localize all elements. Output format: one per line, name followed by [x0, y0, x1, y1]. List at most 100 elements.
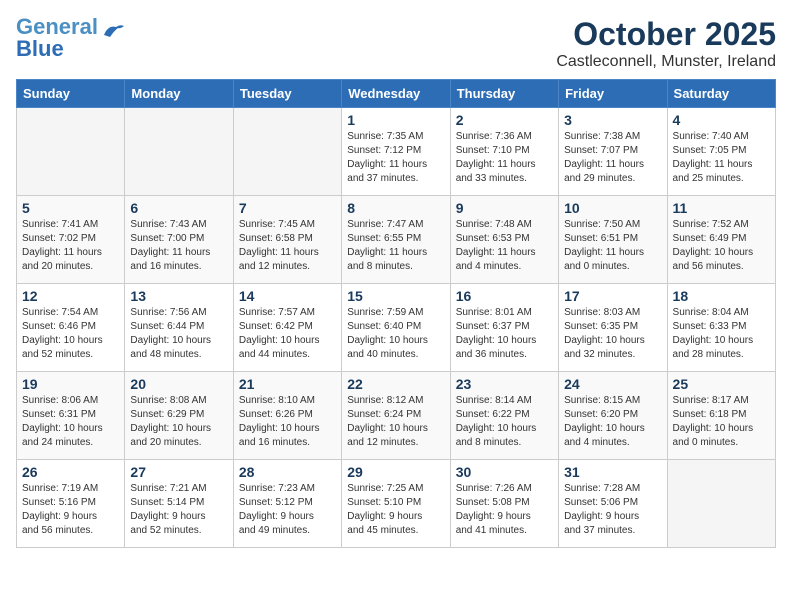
weekday-header-saturday: Saturday — [667, 80, 775, 108]
day-number: 18 — [673, 288, 770, 304]
week-row-2: 5Sunrise: 7:41 AM Sunset: 7:02 PM Daylig… — [17, 196, 776, 284]
calendar-cell: 5Sunrise: 7:41 AM Sunset: 7:02 PM Daylig… — [17, 196, 125, 284]
calendar-cell: 4 Sunrise: 7:40 AM Sunset: 7:05 PM Daylig… — [667, 108, 775, 196]
day-info: Sunrise: 8:03 AM Sunset: 6:35 PM Dayligh… — [564, 306, 661, 362]
day-number: 25 — [673, 376, 770, 392]
day-number: 28 — [239, 464, 336, 480]
day-info: Sunrise: 7:21 AM Sunset: 5:14 PM Dayligh… — [130, 482, 227, 538]
calendar-cell: 1 Sunrise: 7:35 AM Sunset: 7:12 PM Daylig… — [342, 108, 450, 196]
day-info: Sunrise: 8:08 AM Sunset: 6:29 PM Dayligh… — [130, 394, 227, 450]
day-number: 19 — [22, 376, 119, 392]
day-info: Sunrise: 7:38 AM Sunset: 7:07 PM Dayligh… — [564, 130, 661, 186]
day-info: Sunrise: 8:01 AM Sunset: 6:37 PM Dayligh… — [456, 306, 553, 362]
day-info: Sunrise: 7:47 AM Sunset: 6:55 PM Dayligh… — [347, 218, 444, 274]
day-info: Sunrise: 7:25 AM Sunset: 5:10 PM Dayligh… — [347, 482, 444, 538]
calendar-cell: 6Sunrise: 7:43 AM Sunset: 7:00 PM Daylig… — [125, 196, 233, 284]
logo-text: General Blue — [16, 16, 98, 60]
calendar-table: SundayMondayTuesdayWednesdayThursdayFrid… — [16, 79, 776, 548]
weekday-header-sunday: Sunday — [17, 80, 125, 108]
calendar-cell: 13 Sunrise: 7:56 AM Sunset: 6:44 PM Dayli… — [125, 284, 233, 372]
weekday-header-thursday: Thursday — [450, 80, 558, 108]
day-number: 21 — [239, 376, 336, 392]
calendar-cell: 23 Sunrise: 8:14 AM Sunset: 6:22 PM Dayli… — [450, 372, 558, 460]
calendar-cell: 24 Sunrise: 8:15 AM Sunset: 6:20 PM Dayli… — [559, 372, 667, 460]
calendar-cell: 20 Sunrise: 8:08 AM Sunset: 6:29 PM Dayli… — [125, 372, 233, 460]
day-number: 13 — [130, 288, 227, 304]
day-number: 26 — [22, 464, 119, 480]
calendar-cell: 29 Sunrise: 7:25 AM Sunset: 5:10 PM Dayli… — [342, 460, 450, 548]
calendar-cell: 15Sunrise: 7:59 AM Sunset: 6:40 PM Dayli… — [342, 284, 450, 372]
calendar-cell: 19 Sunrise: 8:06 AM Sunset: 6:31 PM Dayli… — [17, 372, 125, 460]
calendar-cell — [125, 108, 233, 196]
calendar-cell: 21 Sunrise: 8:10 AM Sunset: 6:26 PM Dayli… — [233, 372, 341, 460]
title-block: October 2025 Castleconnell, Munster, Ire… — [556, 16, 776, 71]
day-number: 20 — [130, 376, 227, 392]
day-info: Sunrise: 7:43 AM Sunset: 7:00 PM Dayligh… — [130, 218, 227, 274]
day-info: Sunrise: 7:19 AM Sunset: 5:16 PM Dayligh… — [22, 482, 119, 538]
day-number: 1 — [347, 112, 444, 128]
calendar-cell: 22 Sunrise: 8:12 AM Sunset: 6:24 PM Dayli… — [342, 372, 450, 460]
day-info: Sunrise: 8:12 AM Sunset: 6:24 PM Dayligh… — [347, 394, 444, 450]
day-number: 30 — [456, 464, 553, 480]
weekday-header-friday: Friday — [559, 80, 667, 108]
day-info: Sunrise: 7:48 AM Sunset: 6:53 PM Dayligh… — [456, 218, 553, 274]
day-number: 17 — [564, 288, 661, 304]
day-info: Sunrise: 7:52 AM Sunset: 6:49 PM Dayligh… — [673, 218, 770, 274]
weekday-header-wednesday: Wednesday — [342, 80, 450, 108]
day-number: 22 — [347, 376, 444, 392]
calendar-cell: 7Sunrise: 7:45 AM Sunset: 6:58 PM Daylig… — [233, 196, 341, 284]
day-info: Sunrise: 8:14 AM Sunset: 6:22 PM Dayligh… — [456, 394, 553, 450]
weekday-header-row: SundayMondayTuesdayWednesdayThursdayFrid… — [17, 80, 776, 108]
day-number: 24 — [564, 376, 661, 392]
day-number: 9 — [456, 200, 553, 216]
day-number: 27 — [130, 464, 227, 480]
day-info: Sunrise: 7:56 AM Sunset: 6:44 PM Dayligh… — [130, 306, 227, 362]
calendar-cell: 2 Sunrise: 7:36 AM Sunset: 7:10 PM Daylig… — [450, 108, 558, 196]
day-number: 2 — [456, 112, 553, 128]
weekday-header-tuesday: Tuesday — [233, 80, 341, 108]
day-info: Sunrise: 7:57 AM Sunset: 6:42 PM Dayligh… — [239, 306, 336, 362]
calendar-cell: 12Sunrise: 7:54 AM Sunset: 6:46 PM Dayli… — [17, 284, 125, 372]
day-info: Sunrise: 8:06 AM Sunset: 6:31 PM Dayligh… — [22, 394, 119, 450]
day-number: 12 — [22, 288, 119, 304]
subtitle: Castleconnell, Munster, Ireland — [556, 53, 776, 71]
day-number: 29 — [347, 464, 444, 480]
logo: General Blue — [16, 16, 124, 60]
day-info: Sunrise: 8:17 AM Sunset: 6:18 PM Dayligh… — [673, 394, 770, 450]
week-row-5: 26 Sunrise: 7:19 AM Sunset: 5:16 PM Dayli… — [17, 460, 776, 548]
weekday-header-monday: Monday — [125, 80, 233, 108]
calendar-cell: 25 Sunrise: 8:17 AM Sunset: 6:18 PM Dayli… — [667, 372, 775, 460]
day-number: 31 — [564, 464, 661, 480]
calendar-cell — [17, 108, 125, 196]
calendar-cell: 16Sunrise: 8:01 AM Sunset: 6:37 PM Dayli… — [450, 284, 558, 372]
calendar-cell: 3 Sunrise: 7:38 AM Sunset: 7:07 PM Daylig… — [559, 108, 667, 196]
page-header: General Blue October 2025 Castleconnell,… — [16, 16, 776, 71]
calendar-cell: 9 Sunrise: 7:48 AM Sunset: 6:53 PM Daylig… — [450, 196, 558, 284]
day-number: 23 — [456, 376, 553, 392]
calendar-cell — [233, 108, 341, 196]
day-info: Sunrise: 7:28 AM Sunset: 5:06 PM Dayligh… — [564, 482, 661, 538]
day-number: 8 — [347, 200, 444, 216]
calendar-cell: 14 Sunrise: 7:57 AM Sunset: 6:42 PM Dayli… — [233, 284, 341, 372]
day-info: Sunrise: 7:45 AM Sunset: 6:58 PM Dayligh… — [239, 218, 336, 274]
day-info: Sunrise: 7:26 AM Sunset: 5:08 PM Dayligh… — [456, 482, 553, 538]
day-number: 10 — [564, 200, 661, 216]
day-info: Sunrise: 7:36 AM Sunset: 7:10 PM Dayligh… — [456, 130, 553, 186]
calendar-cell: 31 Sunrise: 7:28 AM Sunset: 5:06 PM Dayli… — [559, 460, 667, 548]
day-info: Sunrise: 7:40 AM Sunset: 7:05 PM Dayligh… — [673, 130, 770, 186]
day-number: 3 — [564, 112, 661, 128]
calendar-cell: 11Sunrise: 7:52 AM Sunset: 6:49 PM Dayli… — [667, 196, 775, 284]
calendar-cell: 18Sunrise: 8:04 AM Sunset: 6:33 PM Dayli… — [667, 284, 775, 372]
day-info: Sunrise: 8:15 AM Sunset: 6:20 PM Dayligh… — [564, 394, 661, 450]
week-row-3: 12Sunrise: 7:54 AM Sunset: 6:46 PM Dayli… — [17, 284, 776, 372]
calendar-cell — [667, 460, 775, 548]
main-title: October 2025 — [556, 16, 776, 53]
day-info: Sunrise: 8:10 AM Sunset: 6:26 PM Dayligh… — [239, 394, 336, 450]
calendar-cell: 26 Sunrise: 7:19 AM Sunset: 5:16 PM Dayli… — [17, 460, 125, 548]
calendar-cell: 10Sunrise: 7:50 AM Sunset: 6:51 PM Dayli… — [559, 196, 667, 284]
day-info: Sunrise: 7:35 AM Sunset: 7:12 PM Dayligh… — [347, 130, 444, 186]
logo-bird-icon — [102, 23, 124, 44]
day-number: 14 — [239, 288, 336, 304]
day-number: 4 — [673, 112, 770, 128]
week-row-4: 19 Sunrise: 8:06 AM Sunset: 6:31 PM Dayli… — [17, 372, 776, 460]
